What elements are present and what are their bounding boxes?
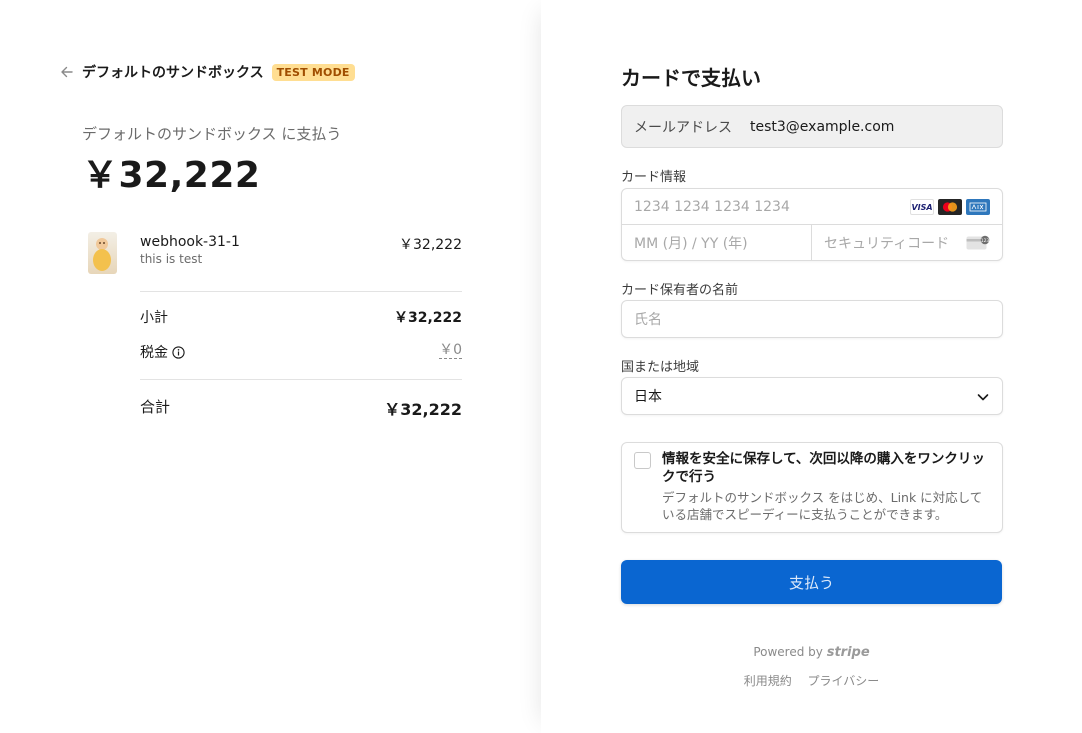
tax-value[interactable]: ￥0 [439,342,462,359]
payment-form-panel: カードで支払い メールアドレス test3@example.com カード情報 … [541,0,1082,733]
product-name: webhook-31-1 [140,234,240,250]
save-info-box: 情報を安全に保存して、次回以降の購入をワンクリックで行う デフォルトのサンドボッ… [621,442,1003,533]
order-summary-panel: デフォルトのサンドボックス TEST MODE デフォルトのサンドボックス に支… [0,0,541,733]
powered-by: Powered by stripe [621,645,1002,660]
tax-label-wrap: 税金 [140,342,185,362]
powered-by-text: Powered by [753,645,823,659]
form-title: カードで支払い [621,66,761,90]
subtotal-row: 小計 ￥32,222 [140,307,462,327]
cardholder-name-label: カード保有者の名前 [621,283,739,298]
country-value: 日本 [634,389,662,405]
cvc-input[interactable]: セキュリティコード 123 [812,225,1002,261]
test-mode-badge: TEST MODE [271,63,355,81]
subtotal-label: 小計 [140,310,168,326]
tax-row: 税金 ￥0 [140,342,462,362]
email-value: test3@example.com [750,118,895,135]
terms-link[interactable]: 利用規約 [744,674,792,688]
cardholder-name-input[interactable]: 氏名 [621,300,1003,338]
divider [140,291,462,292]
total-row: 合計 ￥32,222 [140,396,462,419]
line-item: webhook-31-1 this is test ￥32,222 [88,232,462,276]
back-arrow-icon[interactable] [60,65,74,79]
pay-to-label: デフォルトのサンドボックス に支払う [82,125,342,143]
cvc-card-icon: 123 [966,235,990,251]
product-description: this is test [140,252,203,266]
total-value: ￥32,222 [384,400,462,419]
svg-text:123: 123 [981,238,990,244]
card-input-group: 1234 1234 1234 1234 VISA MM (月) / YY (年)… [621,188,1003,261]
cvc-placeholder: セキュリティコード [824,236,950,252]
summary-header: デフォルトのサンドボックス TEST MODE [60,62,355,82]
visa-icon: VISA [910,199,934,215]
chevron-down-icon [976,390,990,404]
country-select[interactable]: 日本 [621,377,1003,415]
total-label: 合計 [140,398,171,416]
product-image [88,232,117,274]
card-number-placeholder: 1234 1234 1234 1234 [634,198,790,215]
tax-label: 税金 [140,345,168,361]
card-info-label: カード情報 [621,170,687,185]
expiry-input[interactable]: MM (月) / YY (年) [622,225,812,261]
save-info-title: 情報を安全に保存して、次回以降の購入をワンクリックで行う [662,451,985,485]
email-label: メールアドレス [634,119,732,136]
divider [140,379,462,380]
footer-links: 利用規約 プライバシー [621,672,1002,689]
info-icon[interactable] [172,345,185,359]
cardholder-name-placeholder: 氏名 [634,312,662,328]
email-field[interactable]: メールアドレス test3@example.com [621,105,1003,148]
expiry-placeholder: MM (月) / YY (年) [634,236,748,252]
total-amount: ￥32,222 [82,155,261,196]
mastercard-icon [938,199,962,215]
card-brands: VISA [910,199,990,215]
privacy-link[interactable]: プライバシー [808,674,880,688]
product-price: ￥32,222 [399,237,462,253]
country-label: 国または地域 [621,360,700,375]
subtotal-value: ￥32,222 [393,310,462,326]
pay-button[interactable]: 支払う [621,560,1002,604]
amex-icon [966,199,990,215]
save-info-description: デフォルトのサンドボックス をはじめ、Link に対応している店舗でスピーディー… [662,490,983,522]
save-info-checkbox[interactable] [634,452,651,469]
stripe-logo[interactable]: stripe [827,645,870,660]
merchant-name[interactable]: デフォルトのサンドボックス [82,62,264,82]
